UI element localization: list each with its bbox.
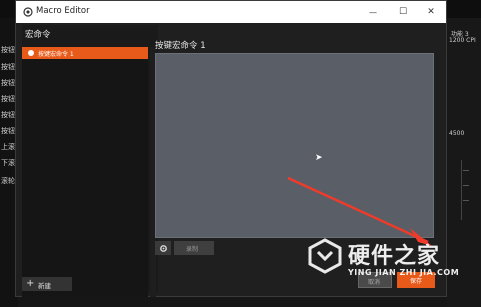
bg-left-item: 滚轮: [1, 177, 15, 185]
watermark-logo-icon: [308, 238, 342, 274]
mouse-cursor-icon: ➤: [315, 153, 323, 163]
scale-tick: [463, 200, 469, 201]
close-button[interactable]: ✕: [416, 1, 446, 23]
watermark-name: 硬件之家: [348, 244, 441, 269]
macro-list-item[interactable]: 按键宏命令 1: [22, 47, 148, 59]
new-macro-label: 新建: [38, 282, 51, 290]
macro-editor-area[interactable]: [155, 53, 434, 238]
sidebar-title: 宏命令: [25, 30, 51, 40]
app-icon: [23, 7, 33, 17]
bg-left-item: 上滚: [1, 143, 15, 151]
macro-title: 按键宏命令 1: [155, 41, 206, 51]
close-icon: ✕: [427, 7, 435, 17]
background-scale: [461, 160, 479, 220]
minimize-icon: —: [369, 7, 377, 17]
macro-item-label: 按键宏命令 1: [38, 51, 74, 58]
window-title: Macro Editor: [36, 6, 90, 16]
record-button[interactable]: 录制: [174, 241, 214, 255]
bg-value-label: 4500: [449, 130, 465, 137]
watermark-url: YING JIAN ZHI JIA.COM: [348, 268, 460, 277]
maximize-button[interactable]: ☐: [388, 1, 418, 23]
gear-icon: [159, 244, 167, 252]
record-label: 录制: [186, 246, 199, 253]
title-bar[interactable]: Macro Editor — ☐ ✕: [16, 1, 446, 23]
macro-list: [22, 59, 148, 297]
macro-sidebar: 宏命令 按键宏命令 1: [22, 25, 158, 297]
minimize-button[interactable]: —: [358, 1, 388, 23]
scale-tick: [463, 170, 469, 171]
scale-tick: [463, 185, 469, 186]
new-macro-button[interactable]: + 新建: [22, 277, 72, 291]
macro-dot-icon: [28, 50, 34, 56]
bg-dpi-label: 1200 CPI: [449, 37, 476, 44]
settings-button[interactable]: [155, 241, 171, 255]
maximize-icon: ☐: [398, 7, 408, 17]
watermark: 硬件之家 YING JIAN ZHI JIA.COM: [300, 234, 475, 292]
plus-icon: +: [26, 278, 35, 289]
bg-left-item: 按钮: [1, 46, 15, 54]
bg-left-item: 下滚: [1, 159, 15, 167]
